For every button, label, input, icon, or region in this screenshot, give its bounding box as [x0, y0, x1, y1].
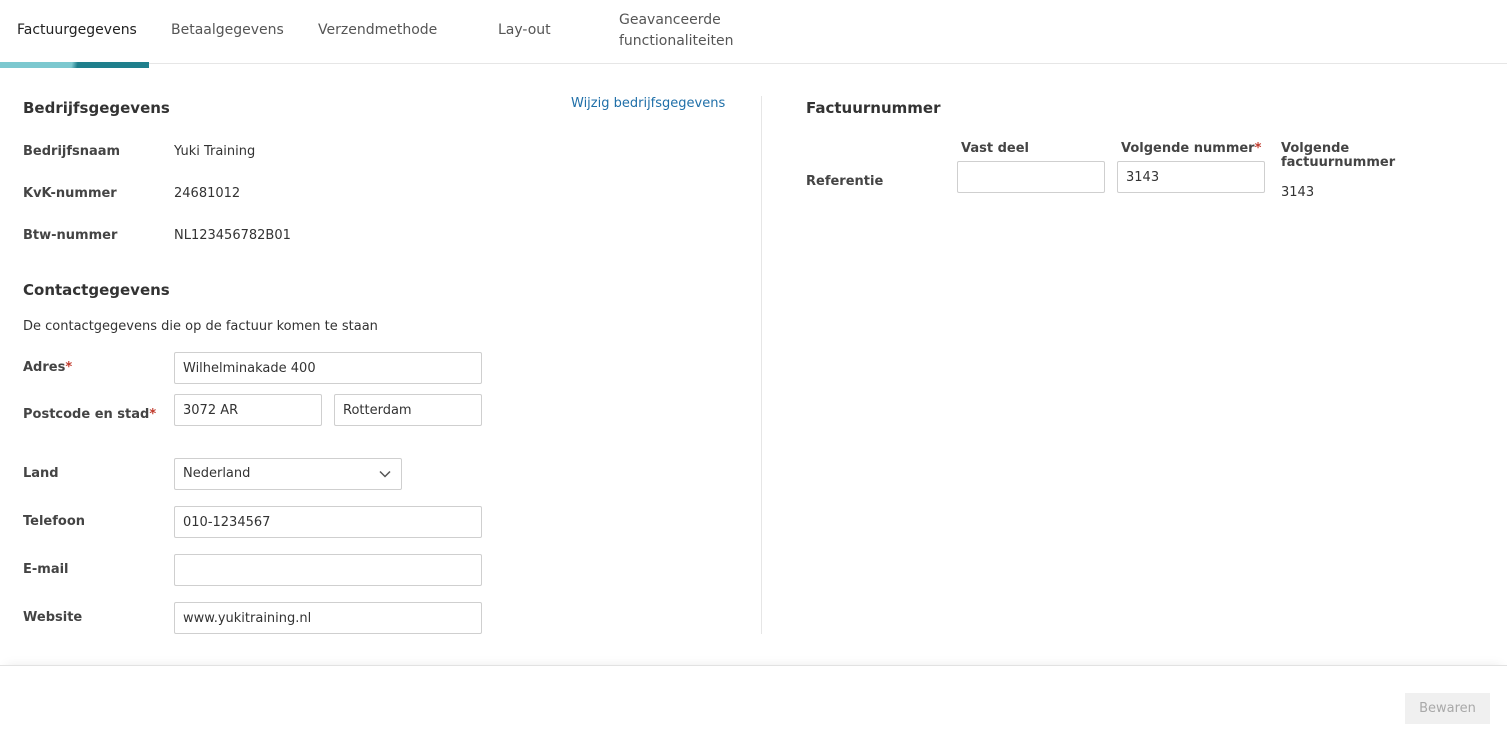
next-number-label: Volgende nummer*: [1121, 141, 1261, 156]
email-input[interactable]: [174, 554, 482, 586]
postal-city-label-text: Postcode en stad: [23, 407, 150, 422]
vat-value: NL123456782B01: [174, 228, 291, 243]
postal-code-input[interactable]: [174, 394, 322, 426]
tab-label-line2: functionaliteiten: [619, 33, 734, 49]
country-select[interactable]: Nederland: [174, 458, 402, 490]
footer-bar: Bewaren: [0, 665, 1507, 733]
tab-verzendmethode[interactable]: Verzendmethode: [300, 0, 450, 64]
contact-heading: Contactgegevens: [23, 281, 170, 299]
company-heading: Bedrijfsgegevens: [23, 99, 170, 117]
tab-bar: Factuurgegevens Betaalgegevens Verzendme…: [0, 0, 1507, 68]
company-name-label: Bedrijfsnaam: [23, 144, 121, 159]
next-number-label-text: Volgende nummer: [1121, 141, 1255, 156]
chevron-down-icon: [379, 470, 391, 478]
vat-label: Btw-nummer: [23, 228, 118, 243]
country-label: Land: [23, 466, 59, 481]
address-label-text: Adres: [23, 360, 66, 375]
tab-label: Verzendmethode: [318, 22, 438, 38]
active-tab-indicator: [0, 62, 149, 68]
tab-geavanceerde-functionaliteiten[interactable]: Geavanceerde functionaliteiten: [600, 0, 760, 64]
next-invoice-label-line1: Volgende: [1281, 141, 1350, 156]
next-invoice-value: 3143: [1281, 185, 1315, 200]
tab-betaalgegevens[interactable]: Betaalgegevens: [155, 0, 295, 64]
country-select-value: Nederland: [183, 466, 251, 481]
edit-company-link[interactable]: Wijzig bedrijfsgegevens: [571, 96, 725, 111]
website-input[interactable]: [174, 602, 482, 634]
required-mark: *: [65, 360, 73, 375]
column-divider: [761, 96, 762, 634]
postal-city-label: Postcode en stad*: [23, 407, 156, 422]
city-input[interactable]: [334, 394, 482, 426]
kvk-value: 24681012: [174, 186, 241, 201]
tab-label: Betaalgegevens: [171, 22, 284, 38]
phone-input[interactable]: [174, 506, 482, 538]
tab-label: Factuurgegevens: [17, 22, 137, 38]
reference-label: Referentie: [806, 174, 884, 189]
address-label: Adres*: [23, 360, 72, 375]
required-mark: *: [149, 407, 157, 422]
fixed-part-input[interactable]: [957, 161, 1105, 193]
kvk-label: KvK-nummer: [23, 186, 117, 201]
contact-description: De contactgegevens die op de factuur kom…: [23, 319, 378, 334]
website-label: Website: [23, 610, 83, 625]
company-name-value: Yuki Training: [174, 144, 256, 159]
invoice-number-heading: Factuurnummer: [806, 99, 941, 117]
tab-lay-out[interactable]: Lay-out: [470, 0, 580, 64]
next-number-input[interactable]: [1117, 161, 1265, 193]
next-invoice-label-line2: factuurnummer: [1281, 155, 1396, 170]
phone-label: Telefoon: [23, 514, 86, 529]
tab-label: Lay-out: [498, 22, 551, 38]
fixed-part-label: Vast deel: [961, 141, 1029, 156]
email-label: E-mail: [23, 562, 69, 577]
required-mark: *: [1254, 141, 1262, 156]
address-input[interactable]: [174, 352, 482, 384]
save-button[interactable]: Bewaren: [1405, 693, 1490, 724]
tab-label-line1: Geavanceerde: [619, 12, 721, 28]
tab-factuurgegevens[interactable]: Factuurgegevens: [0, 0, 149, 64]
